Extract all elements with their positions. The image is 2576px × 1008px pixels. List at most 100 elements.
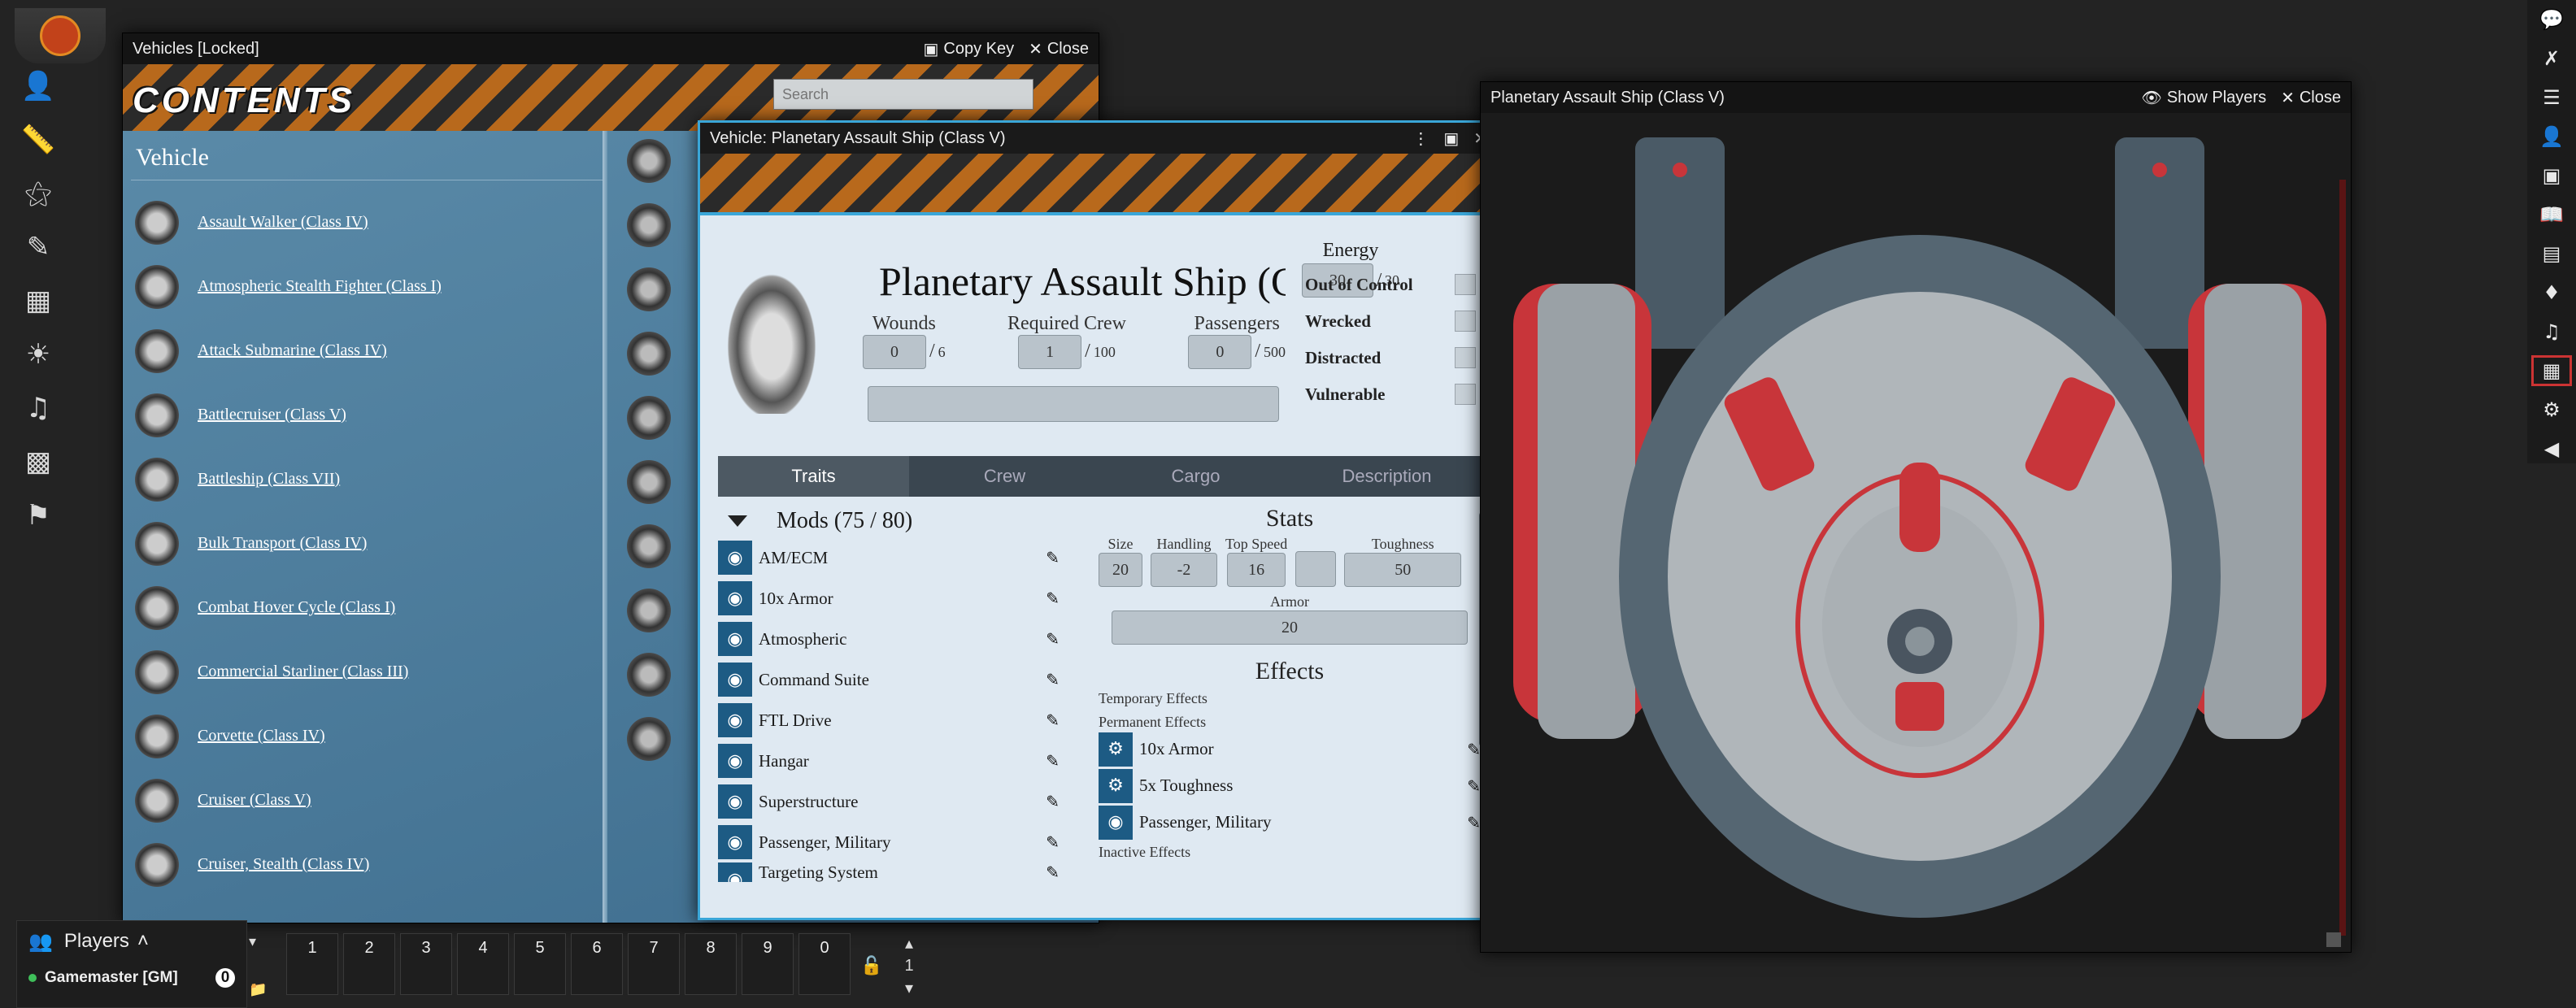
- vehicle-thumbnail[interactable]: [627, 396, 671, 440]
- vehicle-thumbnail[interactable]: [627, 653, 671, 697]
- players-header[interactable]: 👥 Players ˄: [17, 921, 246, 962]
- collapse-sidebar-icon[interactable]: ◀: [2527, 429, 2576, 468]
- menu-icon[interactable]: ⋮: [1412, 128, 1429, 149]
- page-up-icon[interactable]: ▴: [905, 933, 913, 954]
- tab-cargo[interactable]: Cargo: [1100, 456, 1291, 497]
- tab-crew[interactable]: Crew: [909, 456, 1100, 497]
- edit-icon[interactable]: ✎: [1046, 589, 1060, 608]
- list-item[interactable]: ◉ 10x Armor ✎: [718, 578, 1060, 619]
- notes-controls-icon[interactable]: ⚑: [18, 494, 59, 537]
- vehicle-thumbnail[interactable]: [627, 332, 671, 376]
- sound-controls-icon[interactable]: ♫: [18, 387, 59, 429]
- actors-tab-icon[interactable]: 👤: [2527, 117, 2576, 156]
- list-item[interactable]: Commercial Starliner (Class III): [131, 640, 603, 704]
- app-logo[interactable]: [15, 8, 106, 63]
- sheet-config-icon[interactable]: ▣: [1443, 128, 1459, 149]
- list-item[interactable]: ◉ AM/ECM ✎: [718, 537, 1060, 578]
- playlists-tab-icon[interactable]: ♫: [2527, 312, 2576, 351]
- vehicle-thumbnail[interactable]: [627, 267, 671, 311]
- top-speed-input[interactable]: 16: [1227, 553, 1286, 587]
- size-input[interactable]: 20: [1099, 553, 1142, 587]
- lock-icon[interactable]: 🔓: [855, 933, 888, 998]
- list-item[interactable]: ⚙ 5x Toughness ✎: [1099, 767, 1481, 804]
- vehicle-name[interactable]: Planetary Assault Ship (Class V): [879, 258, 1286, 306]
- condition-vulnerable[interactable]: Vulnerable: [1305, 384, 1476, 405]
- list-item[interactable]: Attack Submarine (Class IV): [131, 319, 603, 383]
- close-button[interactable]: ✕ Close: [2281, 88, 2341, 108]
- list-item[interactable]: Cruiser (Class V): [131, 768, 603, 832]
- armor-input[interactable]: 20: [1112, 610, 1468, 645]
- list-item[interactable]: ◉ Atmospheric ✎: [718, 619, 1060, 659]
- notes-input[interactable]: [868, 386, 1279, 422]
- compendium-tab-icon[interactable]: ▦: [2527, 351, 2576, 390]
- tab-description[interactable]: Description: [1291, 456, 1482, 497]
- vehicle-thumbnail[interactable]: [627, 589, 671, 632]
- vehicles-window-header[interactable]: Vehicles [Locked] ▣ Copy Key ✕ Close: [123, 33, 1099, 64]
- chevron-up-icon[interactable]: ˄: [137, 930, 149, 953]
- edit-icon[interactable]: ✎: [1046, 670, 1060, 689]
- macro-slot[interactable]: 1: [286, 933, 338, 995]
- list-item[interactable]: Cruiser, Stealth (Class IV): [131, 832, 603, 897]
- condition-out-of-control[interactable]: Out of Control: [1305, 274, 1476, 295]
- chat-tab-icon[interactable]: 💬: [2527, 0, 2576, 39]
- copy-key-button[interactable]: ▣ Copy Key: [923, 39, 1014, 59]
- items-tab-icon[interactable]: ▣: [2527, 156, 2576, 195]
- list-item[interactable]: Combat Hover Cycle (Class I): [131, 576, 603, 640]
- combat-tab-icon[interactable]: ✗: [2527, 39, 2576, 78]
- scenes-tab-icon[interactable]: ☰: [2527, 78, 2576, 117]
- condition-distracted[interactable]: Distracted: [1305, 347, 1476, 368]
- macro-slot[interactable]: 8: [685, 933, 737, 995]
- edit-icon[interactable]: ✎: [1046, 548, 1060, 567]
- vehicle-thumbnail[interactable]: [627, 203, 671, 247]
- list-item[interactable]: Bulk Transport (Class IV): [131, 511, 603, 576]
- edit-icon[interactable]: ✎: [1046, 862, 1060, 882]
- condition-checkbox[interactable]: [1455, 384, 1476, 405]
- condition-checkbox[interactable]: [1455, 311, 1476, 332]
- edit-icon[interactable]: ✎: [1467, 813, 1481, 832]
- macro-slot[interactable]: 0: [798, 933, 851, 995]
- list-item[interactable]: Atmospheric Stealth Fighter (Class I): [131, 254, 603, 319]
- hotbar-menu-icon[interactable]: ▾: [249, 933, 281, 950]
- list-item[interactable]: ◉ Passenger, Military ✎: [1099, 804, 1481, 841]
- list-item[interactable]: ◉ FTL Drive ✎: [718, 700, 1060, 741]
- wall-controls-icon[interactable]: ▦: [18, 280, 59, 322]
- crew-input[interactable]: 1: [1018, 335, 1082, 369]
- edit-icon[interactable]: ✎: [1046, 710, 1060, 730]
- mods-header[interactable]: Mods (75 / 80): [718, 505, 1060, 537]
- popout-header[interactable]: Planetary Assault Ship (Class V) 👁 Show P…: [1481, 82, 2351, 113]
- list-item[interactable]: Corvette (Class IV): [131, 704, 603, 768]
- region-controls-icon[interactable]: ▩: [18, 441, 59, 483]
- list-item[interactable]: ◉ Hangar ✎: [718, 741, 1060, 781]
- tables-tab-icon[interactable]: ▤: [2527, 234, 2576, 273]
- toughness-input[interactable]: 50: [1344, 553, 1462, 587]
- sheet-header[interactable]: Vehicle: Planetary Assault Ship (Class V…: [700, 123, 1497, 154]
- macro-slot[interactable]: 6: [571, 933, 623, 995]
- list-item[interactable]: ◉ Targeting System ✎: [718, 862, 1060, 882]
- vehicle-portrait[interactable]: [721, 264, 822, 414]
- passengers-input[interactable]: 0: [1188, 335, 1252, 369]
- search-input[interactable]: [773, 79, 1033, 110]
- list-item[interactable]: ◉ Passenger, Military ✎: [718, 822, 1060, 862]
- show-players-button[interactable]: 👁 Show Players: [2141, 88, 2266, 108]
- resize-handle-icon[interactable]: [2326, 932, 2341, 947]
- top-speed-mod-input[interactable]: [1295, 551, 1337, 587]
- list-item[interactable]: Battlecruiser (Class V): [131, 383, 603, 447]
- macro-slot[interactable]: 5: [514, 933, 566, 995]
- page-down-icon[interactable]: ▾: [905, 978, 913, 998]
- tab-traits[interactable]: Traits: [718, 456, 909, 497]
- list-item[interactable]: Assault Walker (Class IV): [131, 190, 603, 254]
- list-item[interactable]: ⚙ 10x Armor ✎: [1099, 731, 1481, 767]
- vehicle-thumbnail[interactable]: [627, 524, 671, 568]
- close-button[interactable]: ✕ Close: [1029, 39, 1089, 59]
- journal-tab-icon[interactable]: 📖: [2527, 195, 2576, 234]
- tile-controls-icon[interactable]: ⚝: [18, 172, 59, 215]
- vehicle-thumbnail[interactable]: [627, 460, 671, 504]
- macro-slot[interactable]: 7: [628, 933, 680, 995]
- list-item[interactable]: ◉ Command Suite ✎: [718, 659, 1060, 700]
- vehicle-thumbnail[interactable]: [627, 139, 671, 183]
- edit-icon[interactable]: ✎: [1046, 629, 1060, 649]
- handling-input[interactable]: -2: [1151, 553, 1217, 587]
- edit-icon[interactable]: ✎: [1046, 832, 1060, 852]
- edit-icon[interactable]: ✎: [1046, 792, 1060, 811]
- measure-controls-icon[interactable]: 📏: [18, 119, 59, 161]
